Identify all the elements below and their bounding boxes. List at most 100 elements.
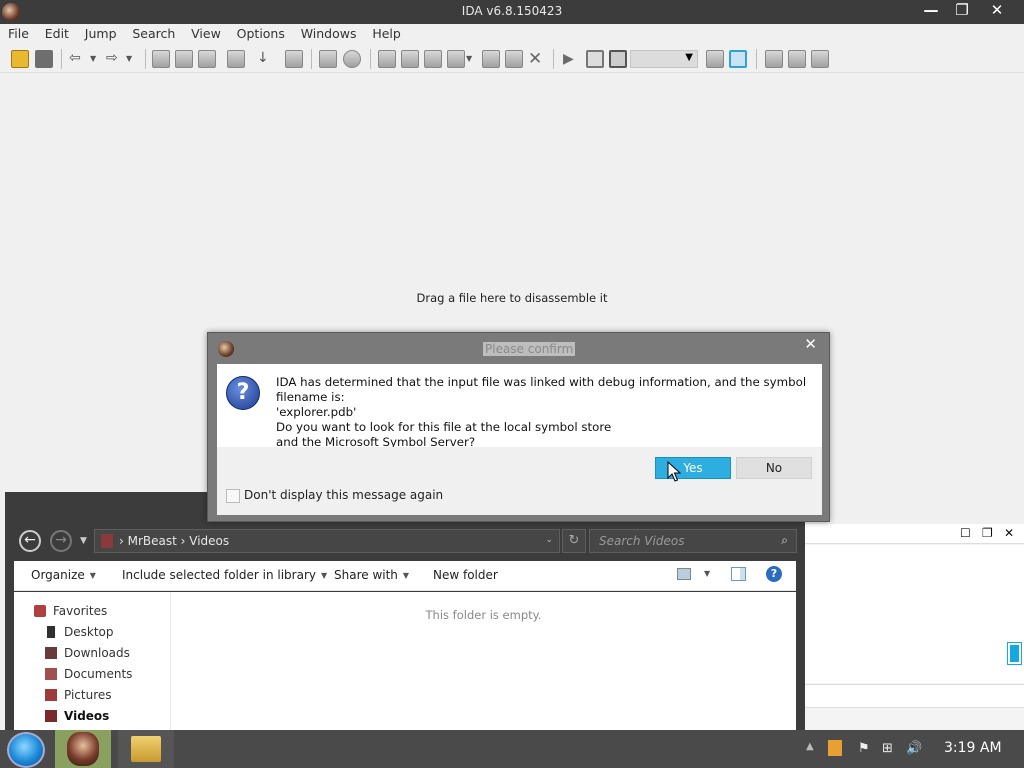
- debugger-select[interactable]: ▼: [630, 50, 698, 68]
- save-icon[interactable]: [35, 50, 53, 68]
- close-icon[interactable]: ✕: [1004, 526, 1014, 540]
- toolbar-separator: [370, 49, 371, 69]
- forward-button[interactable]: →: [50, 530, 72, 552]
- change-view-icon[interactable]: [677, 568, 691, 580]
- include-in-library-button[interactable]: Include selected folder in library ▼: [122, 568, 327, 582]
- side-handle[interactable]: [1007, 642, 1022, 665]
- nav-label: Downloads: [64, 646, 130, 660]
- add-breakpoint-icon[interactable]: [788, 50, 806, 68]
- menu-options[interactable]: Options: [231, 24, 291, 44]
- preview-pane-icon[interactable]: [731, 567, 746, 581]
- recent-locations-icon[interactable]: ▼: [80, 536, 87, 546]
- function-icon[interactable]: [505, 50, 523, 68]
- immediate-search-icon[interactable]: [198, 50, 216, 68]
- mouse-cursor-icon: [667, 461, 681, 482]
- restore-icon[interactable]: ❐: [982, 526, 993, 540]
- dialog-close-button[interactable]: ✕: [804, 335, 817, 353]
- data-icon[interactable]: [401, 50, 419, 68]
- maximize-icon[interactable]: ☐: [960, 526, 971, 540]
- command-bar: Organize ▼ Include selected folder in lib…: [14, 561, 796, 591]
- undefine-icon[interactable]: ✕: [528, 50, 546, 68]
- no-button[interactable]: No: [736, 457, 812, 479]
- search-input[interactable]: Search Videos ⌕: [589, 529, 797, 553]
- text-search-icon[interactable]: [152, 50, 170, 68]
- organize-button[interactable]: Organize ▼: [31, 568, 96, 582]
- dont-show-again-checkbox[interactable]: [226, 489, 240, 503]
- side-panel: ☐ ❐ ✕: [805, 524, 1024, 729]
- side-panel-footer: [805, 684, 1024, 708]
- drop-hint-text: Drag a file here to disassemble it: [416, 291, 608, 305]
- forward-arrow-icon[interactable]: ⇨: [106, 50, 124, 68]
- message-line: Do you want to look for this file at the…: [276, 420, 612, 434]
- struct-icon[interactable]: [482, 50, 500, 68]
- address-bar[interactable]: › MrBeast › Videos ⌄: [94, 529, 560, 553]
- patch-icon[interactable]: [285, 50, 303, 68]
- include-label: Include selected folder in library: [122, 568, 316, 582]
- menu-view[interactable]: View: [185, 24, 227, 44]
- search-icon[interactable]: ⌕: [781, 533, 788, 548]
- dialog-message: IDA has determined that the input file w…: [276, 375, 822, 450]
- network-icon[interactable]: ⊞: [882, 741, 893, 756]
- menu-jump[interactable]: Jump: [79, 24, 123, 44]
- pause-icon[interactable]: [586, 50, 604, 68]
- ascii-icon[interactable]: [424, 50, 442, 68]
- new-folder-button[interactable]: New folder: [433, 568, 498, 582]
- clock[interactable]: 3:19 AM: [944, 740, 1002, 756]
- taskbar-explorer[interactable]: [118, 730, 174, 768]
- navigation-pane: Favorites Desktop Downloads Documents Pi…: [14, 592, 171, 732]
- menu-help[interactable]: Help: [366, 24, 407, 44]
- checkbox-label[interactable]: Don't display this message again: [244, 488, 443, 502]
- dialog-footer: Yes No Don't display this message again: [217, 447, 822, 515]
- menu-edit[interactable]: Edit: [39, 24, 75, 44]
- breakpoints-icon[interactable]: [765, 50, 783, 68]
- toolbar-separator: [756, 49, 757, 69]
- debugger-icon[interactable]: [706, 50, 724, 68]
- proximity-icon[interactable]: [343, 50, 361, 68]
- binary-search-icon[interactable]: [175, 50, 193, 68]
- flag-icon[interactable]: ⚑: [858, 741, 870, 756]
- menu-bar: File Edit Jump Search View Options Windo…: [0, 24, 1024, 44]
- toolbar-separator: [553, 49, 554, 69]
- array-icon[interactable]: [447, 50, 465, 68]
- code-icon[interactable]: [378, 50, 396, 68]
- file-list[interactable]: This folder is empty.: [171, 592, 796, 732]
- graph-icon[interactable]: [319, 50, 337, 68]
- close-button[interactable]: ✕: [980, 0, 1014, 22]
- minimize-button[interactable]: —: [914, 0, 948, 22]
- videos-icon: [45, 710, 57, 722]
- organize-label: Organize: [31, 568, 85, 582]
- back-arrow-icon[interactable]: ⇦: [69, 50, 87, 68]
- help-icon[interactable]: ?: [766, 566, 782, 582]
- address-dropdown-icon[interactable]: ⌄: [545, 535, 553, 545]
- run-debugger-icon[interactable]: [729, 50, 747, 68]
- volume-icon[interactable]: 🔊: [906, 741, 922, 756]
- forward-history-icon[interactable]: ▼: [126, 50, 144, 68]
- folder-icon: [101, 534, 113, 548]
- maximize-button[interactable]: ❐: [945, 0, 979, 22]
- start-button[interactable]: [7, 732, 45, 768]
- view-options-icon[interactable]: ▼: [704, 569, 710, 578]
- breadcrumb[interactable]: › MrBeast › Videos: [119, 534, 229, 548]
- app-tray-icon[interactable]: [828, 740, 842, 756]
- explorer-window: ← → ▼ › MrBeast › Videos ⌄ ↻ Search Vide…: [5, 492, 805, 732]
- toolbar-separator: [145, 49, 146, 69]
- menu-file[interactable]: File: [0, 24, 35, 44]
- play-icon[interactable]: ▶: [563, 50, 581, 68]
- show-hidden-icons-icon[interactable]: ▲: [806, 741, 814, 752]
- nav-label: Pictures: [64, 688, 112, 702]
- menu-search[interactable]: Search: [126, 24, 181, 44]
- remove-breakpoint-icon[interactable]: [811, 50, 829, 68]
- open-icon[interactable]: [11, 50, 29, 68]
- toolbar-separator: [61, 49, 62, 69]
- downloads-icon: [45, 647, 57, 659]
- refresh-button[interactable]: ↻: [562, 529, 586, 553]
- down-arrow-icon[interactable]: ↓: [257, 50, 275, 68]
- share-label: Share with: [334, 568, 398, 582]
- taskbar-ida[interactable]: [55, 730, 111, 768]
- menu-windows[interactable]: Windows: [295, 24, 363, 44]
- documents-icon: [45, 668, 57, 680]
- back-button[interactable]: ←: [19, 530, 41, 552]
- share-with-button[interactable]: Share with ▼: [334, 568, 409, 582]
- stop-icon[interactable]: [609, 50, 627, 68]
- search-next-icon[interactable]: [227, 50, 245, 68]
